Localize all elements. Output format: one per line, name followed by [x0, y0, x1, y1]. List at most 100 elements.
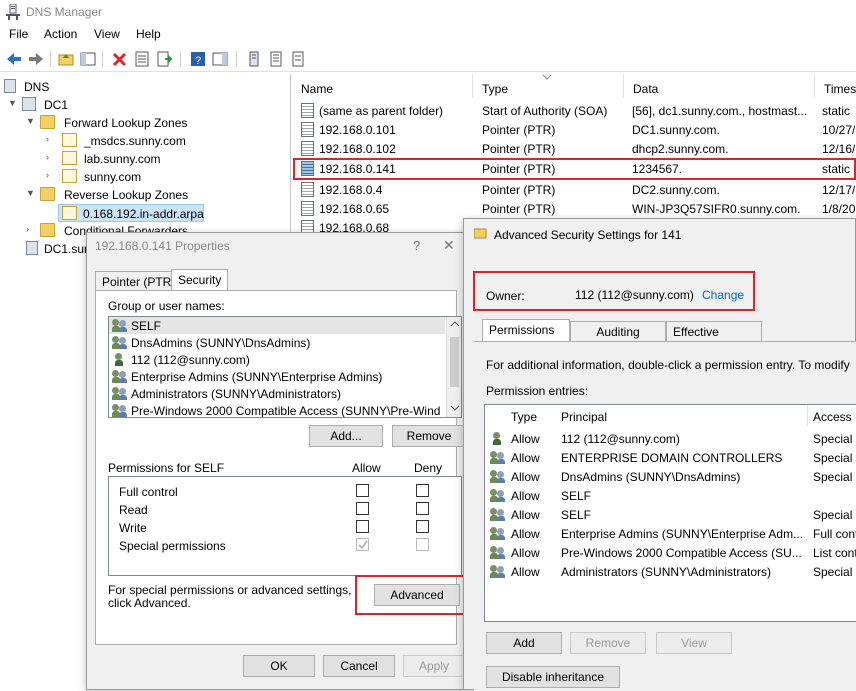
entry-type: Allow: [511, 565, 540, 579]
menu-file[interactable]: File: [9, 27, 28, 41]
ok-button[interactable]: OK: [243, 655, 315, 677]
list-item[interactable]: Pre-Windows 2000 Compatible Access (SUNN…: [109, 402, 445, 417]
group-icon: [490, 450, 506, 464]
tab-auditing[interactable]: Auditing: [570, 321, 666, 341]
add-user-button[interactable]: Add...: [309, 425, 383, 447]
group-icon: [490, 526, 506, 540]
tab-pointer[interactable]: Pointer (PTR): [95, 271, 183, 291]
back-arrow-icon[interactable]: [6, 51, 22, 67]
tree-node-reverse-zone-selected[interactable]: 0.168.192.in-addr.arpa: [58, 204, 204, 222]
scrollbar-thumb[interactable]: [450, 337, 459, 387]
write-deny-checkbox[interactable]: [416, 520, 429, 533]
up-folder-icon[interactable]: [58, 51, 74, 67]
highlight-box: [355, 575, 469, 615]
cancel-button[interactable]: Cancel: [323, 655, 395, 677]
table-row[interactable]: Allow Pre-Windows 2000 Compatible Access …: [485, 543, 856, 562]
record-detail-icon[interactable]: [290, 51, 306, 67]
chevron-down-icon[interactable]: ▼: [26, 188, 36, 198]
entries-label: Permission entries:: [486, 384, 589, 398]
entry-access: Special: [813, 565, 853, 579]
full-control-deny-checkbox[interactable]: [416, 484, 429, 497]
action-pane-icon[interactable]: [212, 51, 228, 67]
table-row[interactable]: Allow 112 (112@sunny.com) Special: [485, 429, 856, 448]
forward-arrow-icon[interactable]: [28, 51, 44, 67]
column-header-type[interactable]: Type: [474, 74, 624, 98]
write-allow-checkbox[interactable]: [356, 520, 369, 533]
owner-label: Owner:: [486, 289, 525, 303]
read-allow-checkbox[interactable]: [356, 502, 369, 515]
column-header-name[interactable]: Name: [293, 74, 473, 98]
entry-type: Allow: [511, 432, 540, 446]
remove-user-button[interactable]: Remove: [392, 425, 466, 447]
list-item-selected[interactable]: SELF: [109, 317, 445, 334]
table-row[interactable]: Allow SELF Special: [485, 505, 856, 524]
table-row[interactable]: Allow Administrators (SUNNY\Administrator…: [485, 562, 856, 581]
permissions-label: Permissions for SELF: [108, 461, 225, 475]
record-list-icon[interactable]: [268, 51, 284, 67]
chevron-up-icon[interactable]: [450, 321, 460, 327]
table-row[interactable]: 192.168.0.65 Pointer (PTR) WIN-JP3Q57SIF…: [293, 199, 856, 218]
table-row[interactable]: 192.168.0.102 Pointer (PTR) dhcp2.sunny.…: [293, 139, 856, 158]
help-button[interactable]: ?: [413, 238, 420, 253]
server-icon[interactable]: [246, 51, 262, 67]
properties-dialog: 192.168.0.141 Properties ? ✕ Pointer (PT…: [86, 232, 469, 690]
tab-permissions[interactable]: Permissions: [482, 319, 570, 341]
table-row[interactable]: 192.168.0.101 Pointer (PTR) DC1.sunny.co…: [293, 120, 856, 139]
special-allow-checkbox: [356, 538, 369, 551]
help-icon[interactable]: ?: [190, 51, 206, 67]
menu-action[interactable]: Action: [44, 27, 77, 41]
properties-icon[interactable]: [134, 51, 150, 67]
column-header-data[interactable]: Data: [625, 74, 815, 98]
list-item[interactable]: DnsAdmins (SUNNY\DnsAdmins): [109, 334, 445, 351]
close-icon[interactable]: ✕: [443, 237, 455, 254]
tree-label: DNS: [24, 80, 50, 94]
table-row[interactable]: Allow DnsAdmins (SUNNY\DnsAdmins) Special: [485, 467, 856, 486]
full-control-allow-checkbox[interactable]: [356, 484, 369, 497]
chevron-down-icon[interactable]: ▼: [8, 98, 18, 108]
read-deny-checkbox[interactable]: [416, 502, 429, 515]
toolbar: ?: [0, 46, 856, 72]
add-entry-button[interactable]: Add: [486, 632, 562, 654]
dialog-title: 192.168.0.141 Properties: [95, 239, 230, 253]
entry-principal: 112 (112@sunny.com): [561, 432, 680, 446]
table-row[interactable]: Allow SELF: [485, 486, 856, 505]
permissions-panel: For additional information, double-click…: [474, 341, 856, 691]
menu-view[interactable]: View: [94, 27, 120, 41]
chevron-right-icon[interactable]: ›: [26, 224, 36, 234]
delete-icon[interactable]: [112, 51, 128, 67]
dialog-title: Advanced Security Settings for 141: [494, 228, 682, 242]
entry-access: Special: [813, 432, 853, 446]
record-icon: [301, 201, 314, 216]
change-owner-link[interactable]: Change: [702, 288, 744, 302]
tab-effective-access[interactable]: Effective Access: [666, 321, 762, 353]
folder-icon: [40, 223, 55, 237]
tree-label: DC1: [44, 98, 69, 112]
tab-security[interactable]: Security: [171, 269, 229, 291]
disable-inheritance-button[interactable]: Disable inheritance: [486, 666, 620, 688]
scrollbar[interactable]: [446, 317, 461, 417]
chevron-down-icon[interactable]: [450, 405, 460, 411]
chevron-down-icon[interactable]: ▼: [26, 116, 36, 126]
chevron-right-icon[interactable]: ›: [46, 170, 56, 180]
column-header-type[interactable]: Type: [511, 410, 537, 424]
list-item[interactable]: Enterprise Admins (SUNNY\Enterprise Admi…: [109, 368, 445, 385]
column-header-access[interactable]: Access: [813, 410, 852, 424]
export-list-icon[interactable]: [156, 51, 173, 67]
special-permissions-text: For special permissions or advanced sett…: [108, 583, 352, 610]
table-row[interactable]: Allow Enterprise Admins (SUNNY\Enterprise…: [485, 524, 856, 543]
list-item[interactable]: 112 (112@sunny.com): [109, 351, 445, 368]
table-row[interactable]: 192.168.0.4 Pointer (PTR) DC2.sunny.com.…: [293, 180, 856, 199]
chevron-right-icon[interactable]: ›: [46, 134, 56, 144]
column-header-principal[interactable]: Principal: [561, 410, 607, 424]
tree-label: Forward Lookup Zones: [64, 116, 188, 130]
column-header-timestamp[interactable]: Timest: [816, 74, 856, 98]
table-row[interactable]: (same as parent folder) Start of Authori…: [293, 101, 856, 120]
table-row[interactable]: Allow ENTERPRISE DOMAIN CONTROLLERS Specia…: [485, 448, 856, 467]
table-row-selected[interactable]: 192.168.0.141 Pointer (PTR) 1234567. sta…: [293, 158, 856, 180]
show-tree-icon[interactable]: [80, 51, 96, 67]
chevron-right-icon[interactable]: ›: [46, 152, 56, 162]
permissions-list: Full control Read Write Special permissi…: [108, 476, 462, 576]
view-entry-button: View: [656, 632, 732, 654]
list-item[interactable]: Administrators (SUNNY\Administrators): [109, 385, 445, 402]
menu-help[interactable]: Help: [136, 27, 161, 41]
